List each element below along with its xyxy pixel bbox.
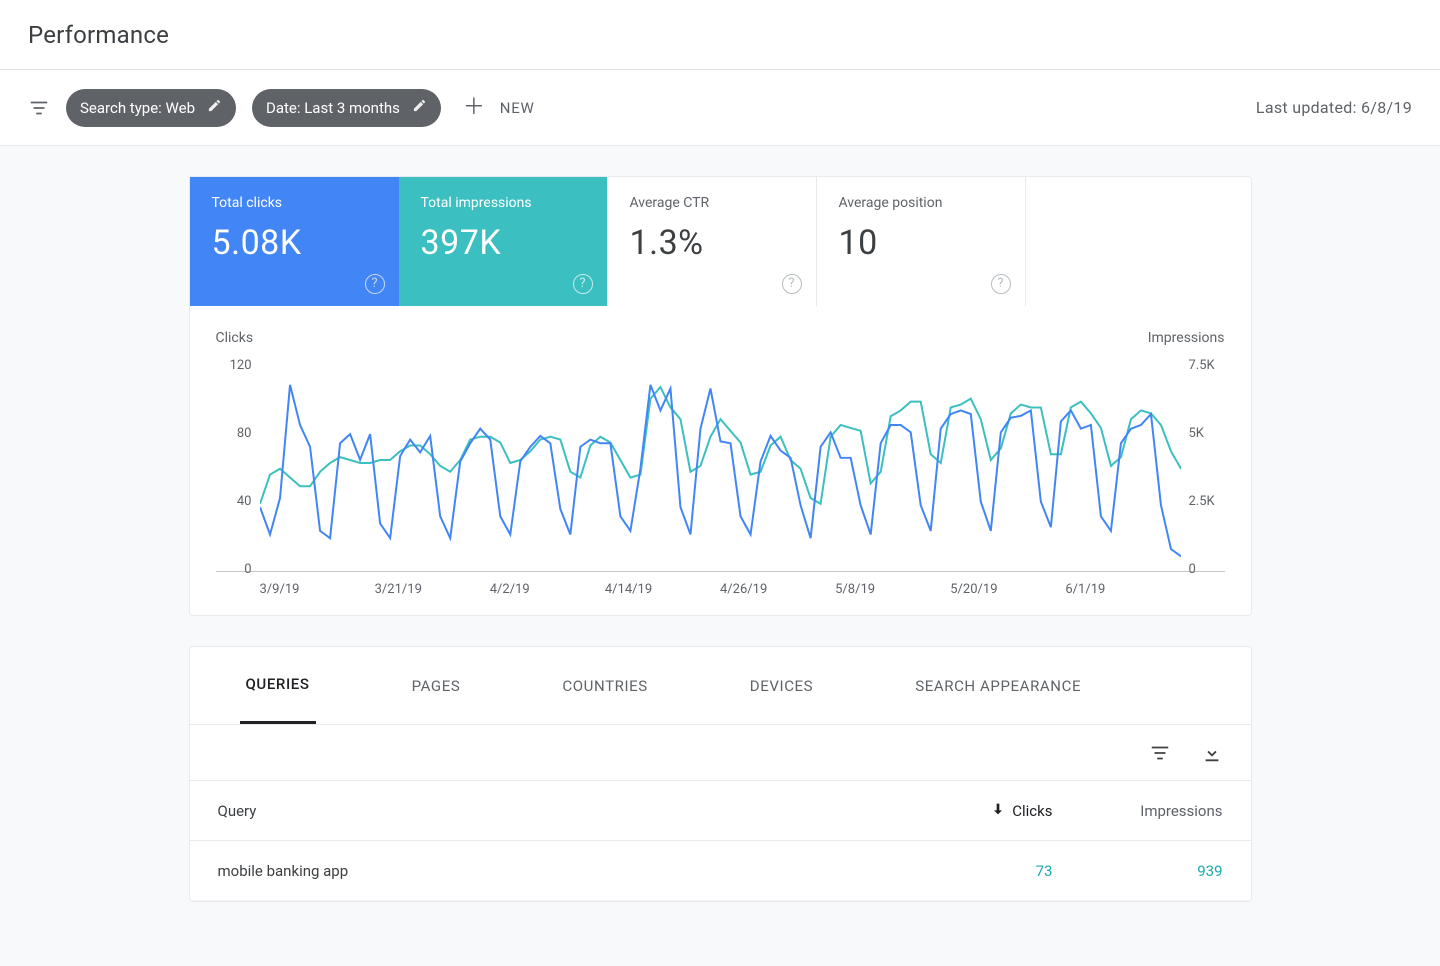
metric-tiles: Total clicks 5.08K ? Total impressions 3… [190,177,1251,306]
tile-label: Average CTR [630,195,794,211]
help-icon[interactable]: ? [782,274,802,294]
col-header-query: Query [218,802,883,820]
help-icon[interactable]: ? [991,274,1011,294]
chip-date-label: Date: Last 3 months [266,99,400,117]
filter-rows-icon[interactable] [1149,742,1171,764]
x-axis-tick: 4/2/19 [490,582,605,597]
filter-list-icon[interactable] [28,97,50,119]
help-icon[interactable]: ? [365,274,385,294]
performance-chart-card: Total clicks 5.08K ? Total impressions 3… [189,176,1252,616]
table-tabs: QUERIES PAGES COUNTRIES DEVICES SEARCH A… [190,647,1251,725]
tab-search-appearance[interactable]: SEARCH APPEARANCE [909,647,1087,724]
col-header-impressions[interactable]: Impressions [1053,802,1223,820]
tile-value: 397K [421,223,585,263]
page-title: Performance [28,21,169,49]
tab-queries[interactable]: QUERIES [240,647,316,724]
tile-value: 10 [839,223,1003,263]
tile-average-ctr[interactable]: Average CTR 1.3% ? [608,177,817,306]
last-updated-text: Last updated: 6/8/19 [1256,98,1412,117]
x-axis-tick: 3/9/19 [260,582,375,597]
help-icon[interactable]: ? [573,274,593,294]
chip-search-type-label: Search type: Web [80,99,195,117]
pencil-icon [412,98,427,117]
plus-icon: ＋ [463,97,486,119]
table-row[interactable]: mobile banking app 73 939 [190,841,1251,901]
right-axis-label: Impressions [1148,330,1225,346]
data-table-card: QUERIES PAGES COUNTRIES DEVICES SEARCH A… [189,646,1252,902]
tile-total-clicks[interactable]: Total clicks 5.08K ? [190,177,399,306]
main-canvas: Total clicks 5.08K ? Total impressions 3… [0,146,1440,966]
x-axis-tick: 4/26/19 [720,582,835,597]
page-header: Performance [0,0,1440,70]
col-header-clicks[interactable]: Clicks [883,801,1053,821]
download-icon[interactable] [1201,742,1223,764]
tile-label: Total clicks [212,195,377,211]
tab-pages[interactable]: PAGES [406,647,467,724]
y-axis-right: 7.5K 5K 2.5K 0 [1189,352,1229,571]
cell-impressions: 939 [1053,862,1223,880]
tab-devices[interactable]: DEVICES [744,647,819,724]
x-axis-tick: 4/14/19 [605,582,720,597]
chart-area: Clicks Impressions 120 80 40 0 7.5K 5K 2… [190,306,1251,615]
table-toolbar [190,725,1251,781]
x-axis-tick: 3/21/19 [375,582,490,597]
x-axis-tick: 5/20/19 [950,582,1065,597]
tile-value: 1.3% [630,223,794,263]
tile-average-position[interactable]: Average position 10 ? [817,177,1026,306]
tab-countries[interactable]: COUNTRIES [556,647,653,724]
tile-label: Total impressions [421,195,585,211]
filter-bar: Search type: Web Date: Last 3 months ＋ N… [0,70,1440,146]
chart-plot[interactable]: 120 80 40 0 7.5K 5K 2.5K 0 [216,352,1225,572]
chip-date-range[interactable]: Date: Last 3 months [252,89,441,127]
x-axis: 3/9/193/21/194/2/194/14/194/26/195/8/195… [260,582,1181,597]
tile-total-impressions[interactable]: Total impressions 397K ? [399,177,608,306]
new-filter-label: NEW [500,99,535,117]
left-axis-label: Clicks [216,330,254,346]
tile-value: 5.08K [212,223,377,263]
x-axis-tick: 6/1/19 [1065,582,1180,597]
add-new-filter[interactable]: ＋ NEW [463,97,535,119]
cell-query: mobile banking app [218,862,883,880]
y-axis-left: 120 80 40 0 [212,352,252,571]
chip-search-type[interactable]: Search type: Web [66,89,236,127]
pencil-icon [207,98,222,117]
x-axis-tick: 5/8/19 [835,582,950,597]
tile-label: Average position [839,195,1003,211]
cell-clicks: 73 [883,862,1053,880]
table-header-row: Query Clicks Impressions [190,781,1251,841]
sort-desc-icon [990,801,1006,821]
